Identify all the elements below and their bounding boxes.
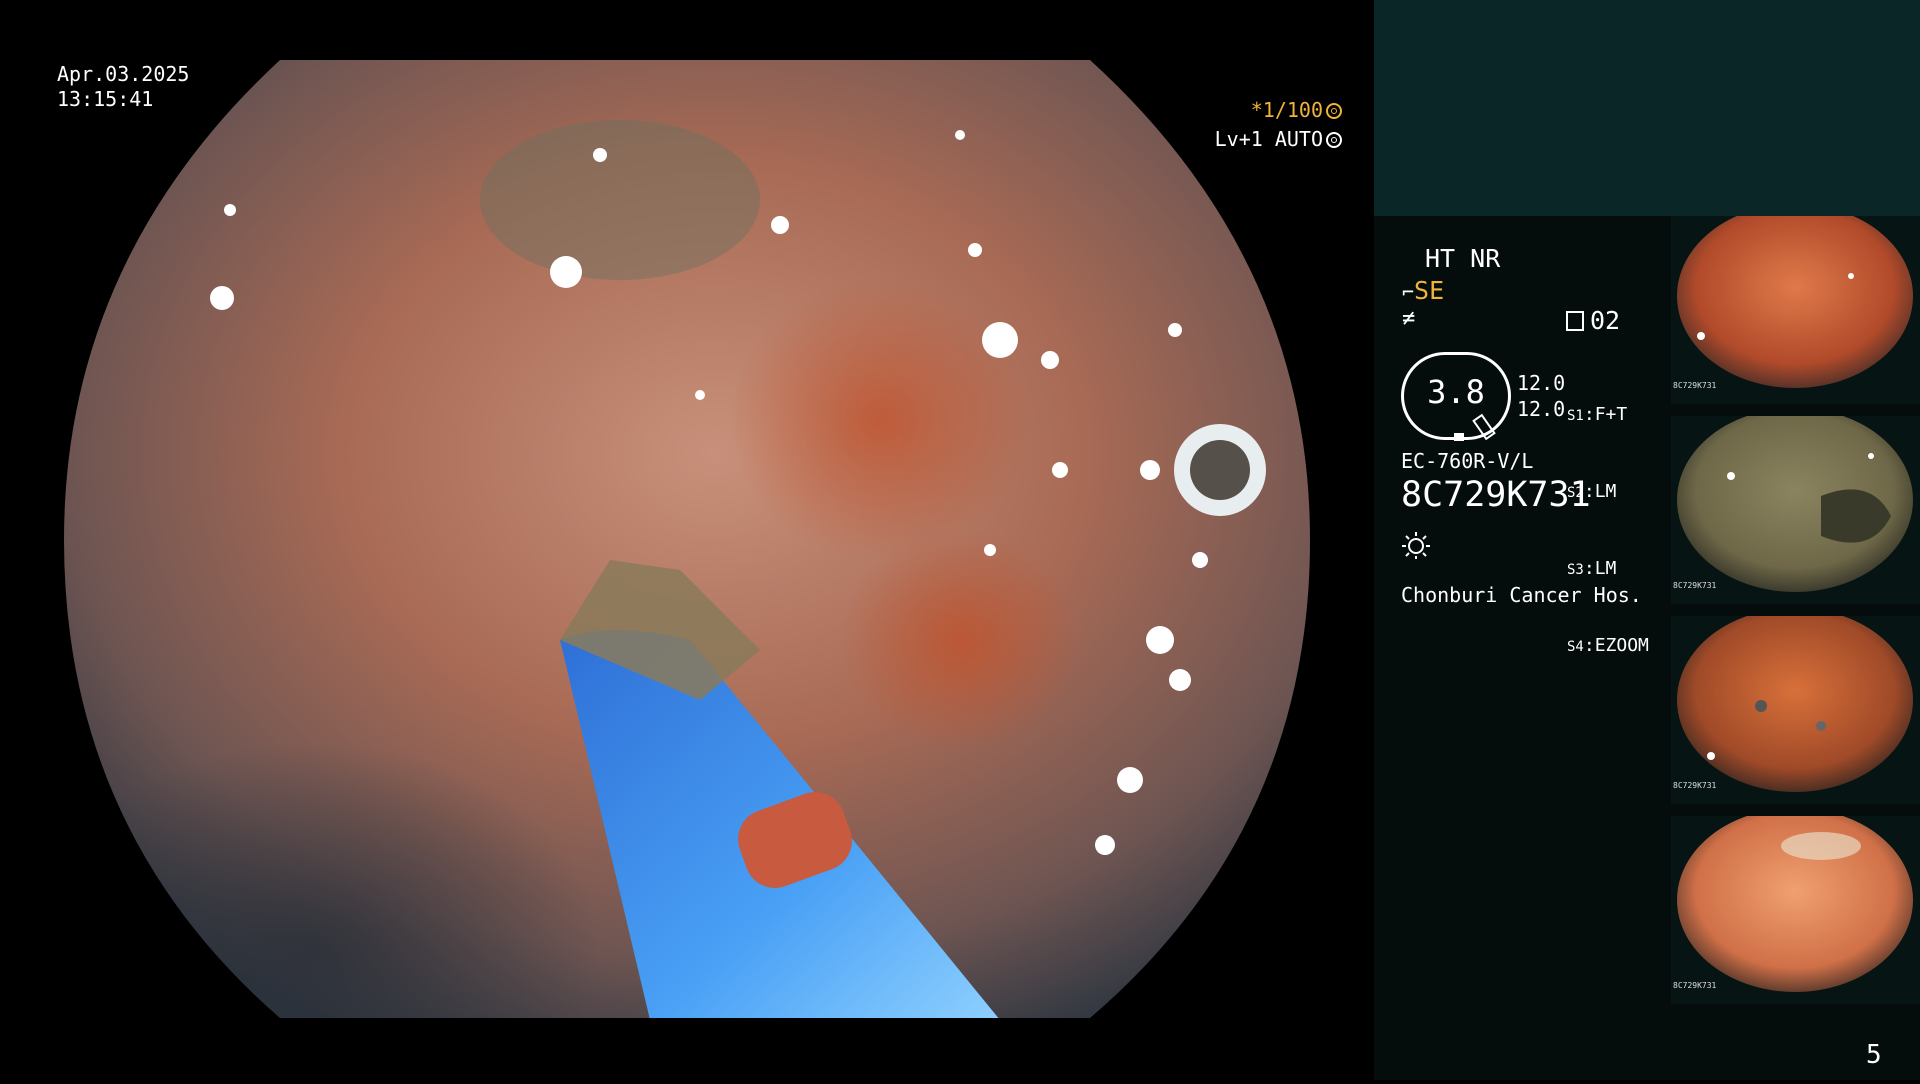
level-1: 12.0	[1517, 371, 1566, 395]
capture-thumbnail[interactable]: 8C729K731	[1671, 616, 1920, 804]
polarity-icon: ≠	[1402, 306, 1416, 331]
side-top-panel	[1374, 0, 1920, 216]
shutter-speed: *1/100	[1042, 98, 1342, 122]
thumbnail-serial: 8C729K731	[1673, 581, 1717, 590]
scope-switch: S3:LM	[1567, 558, 1617, 579]
ht-nr-indicator: HT NR	[1425, 244, 1501, 273]
se-indicator: ⌐SE	[1402, 276, 1444, 305]
memory-icon	[1566, 311, 1584, 331]
zoom-indicator: 3.8	[1401, 352, 1511, 441]
thumbnail-image	[1677, 816, 1913, 992]
iris-value: Lv+1 AUTO	[1214, 127, 1323, 151]
scope-switch-list: S1:F+T S2:LM S3:LM S4:EZOOM	[1567, 352, 1649, 685]
iris-mode: Lv+1 AUTO	[1042, 127, 1342, 151]
shutter-icon	[1326, 103, 1342, 119]
se-label: SE	[1414, 276, 1445, 305]
memory-slot: 02	[1566, 306, 1620, 335]
thumbnail-serial: 8C729K731	[1673, 381, 1717, 390]
scope-switch: S4:EZOOM	[1567, 635, 1649, 656]
endoscopy-image	[64, 60, 1310, 1018]
level-2: 12.0	[1517, 397, 1566, 421]
thumbnail-image	[1677, 216, 1913, 388]
exam-time: 13:15:41	[57, 87, 154, 111]
thumbnail-image	[1677, 416, 1913, 592]
scope-model: EC-760R-V/L	[1401, 449, 1534, 473]
iris-icon	[1326, 132, 1342, 148]
thumbnail-serial: 8C729K731	[1673, 981, 1717, 990]
capture-thumbnail[interactable]: 8C729K731	[1671, 216, 1920, 404]
zoom-marker-icon	[1454, 433, 1464, 441]
thumbnail-image	[1677, 616, 1913, 792]
shutter-value: *1/100	[1250, 98, 1323, 122]
level-readouts: 12.0 12.0	[1517, 370, 1565, 422]
capture-thumbnail[interactable]: 8C729K731	[1671, 816, 1920, 1004]
endoscopy-main-view: Apr.03.2025 13:15:41 *1/100 Lv+1 AUTO	[0, 0, 1374, 1080]
exam-date: Apr.03.2025	[57, 62, 190, 86]
scope-switch: S1:F+T	[1567, 404, 1628, 425]
zoom-value: 3.8	[1427, 373, 1485, 411]
light-source-icon	[1402, 532, 1430, 559]
memory-value: 02	[1590, 306, 1621, 335]
hospital-name: Chonburi Cancer Hos.	[1401, 583, 1642, 607]
page-number: 5	[1866, 1040, 1882, 1070]
thumbnail-serial: 8C729K731	[1673, 781, 1717, 790]
capture-thumbnail[interactable]: 8C729K731	[1671, 416, 1920, 604]
scope-serial: 8C729K731	[1401, 475, 1591, 515]
enhance-icon: ⌐	[1402, 280, 1415, 304]
